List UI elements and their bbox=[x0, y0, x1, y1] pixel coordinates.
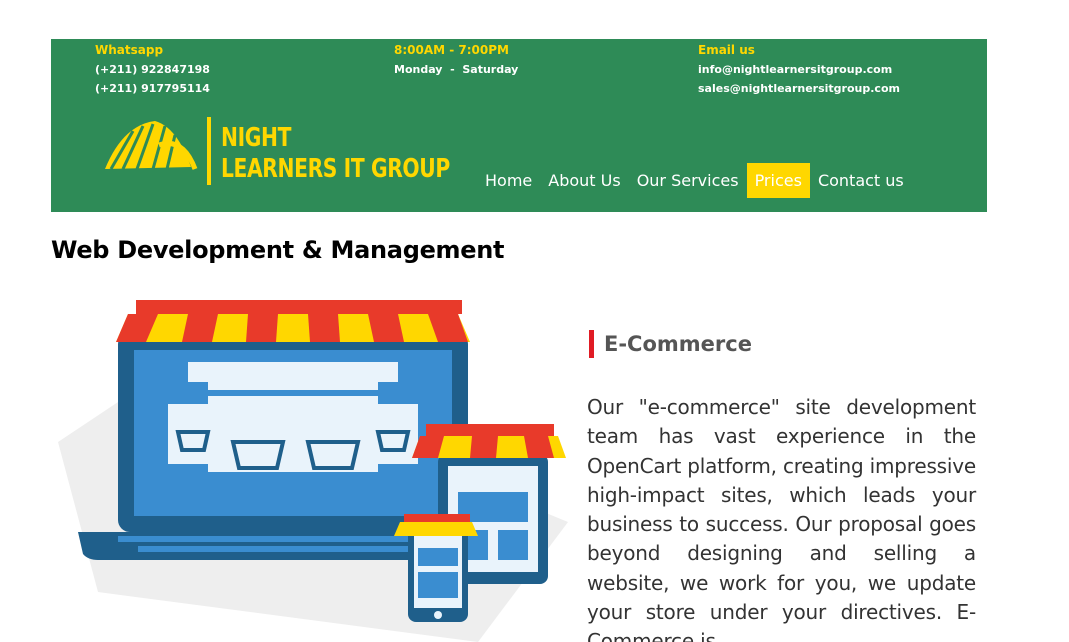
whatsapp-phone-2[interactable]: (+211) 917795114 bbox=[95, 79, 210, 98]
nav-prices[interactable]: Prices bbox=[746, 163, 810, 198]
nav-about-us[interactable]: About Us bbox=[540, 163, 628, 198]
header-banner: Whatsapp (+211) 922847198 (+211) 9177951… bbox=[51, 39, 987, 212]
nav-home[interactable]: Home bbox=[477, 163, 540, 198]
nav-our-services[interactable]: Our Services bbox=[629, 163, 747, 198]
email-contact: Email us info@nightlearnersitgroup.com s… bbox=[698, 41, 900, 98]
whatsapp-phone-1[interactable]: (+211) 922847198 bbox=[95, 60, 210, 79]
email-label: Email us bbox=[698, 43, 755, 57]
whatsapp-label: Whatsapp bbox=[95, 43, 164, 57]
hours-time: 8:00AM - 7:00PM bbox=[394, 43, 509, 57]
logo-stripes-icon bbox=[105, 121, 198, 170]
section-accent-bar bbox=[589, 330, 594, 358]
logo-line-2: LEARNERS IT GROUP bbox=[221, 154, 450, 184]
logo-text: NIGHT LEARNERS IT GROUP bbox=[221, 123, 450, 185]
email-info[interactable]: info@nightlearnersitgroup.com bbox=[698, 60, 900, 79]
hours-days: Monday - Saturday bbox=[394, 63, 519, 76]
logo-divider bbox=[207, 117, 211, 185]
whatsapp-contact: Whatsapp (+211) 922847198 (+211) 9177951… bbox=[95, 41, 210, 98]
section-heading: E-Commerce bbox=[604, 332, 752, 356]
online-shop-devices-icon bbox=[58, 300, 568, 642]
nav-contact-us[interactable]: Contact us bbox=[810, 163, 912, 198]
main-nav: Home About Us Our Services Prices Contac… bbox=[477, 163, 912, 198]
logo-line-1: NIGHT bbox=[221, 123, 292, 153]
page-title: Web Development & Management bbox=[51, 236, 505, 264]
email-sales[interactable]: sales@nightlearnersitgroup.com bbox=[698, 79, 900, 98]
section-body: Our "e-commerce" site development team h… bbox=[587, 395, 976, 642]
business-hours: 8:00AM - 7:00PM Monday - Saturday bbox=[394, 41, 518, 79]
